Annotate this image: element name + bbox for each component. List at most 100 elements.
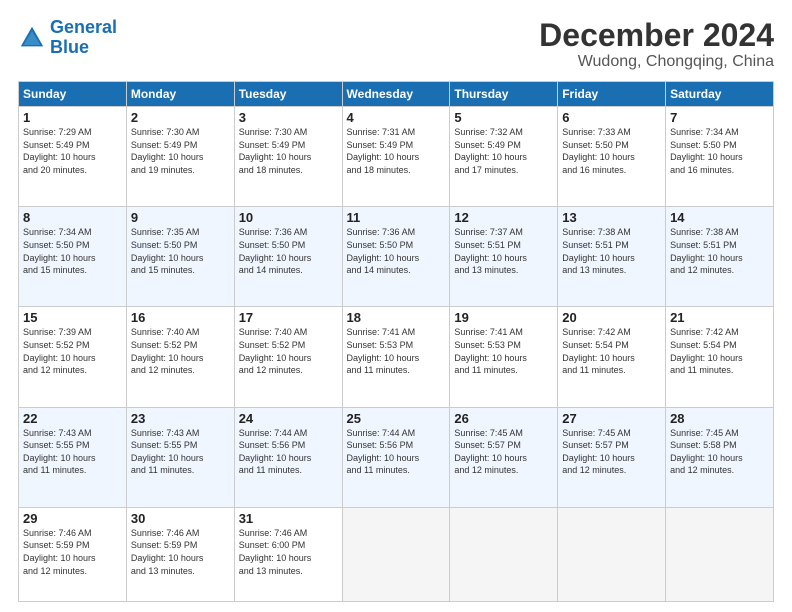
logo-general: General (50, 17, 117, 37)
logo: General Blue (18, 18, 117, 58)
calendar-cell-35 (666, 507, 774, 601)
day-info: Sunrise: 7:40 AM Sunset: 5:52 PM Dayligh… (239, 326, 338, 376)
calendar-subtitle: Wudong, Chongqing, China (539, 53, 774, 71)
day-info: Sunrise: 7:32 AM Sunset: 5:49 PM Dayligh… (454, 126, 553, 176)
day-number: 10 (239, 210, 338, 225)
day-info: Sunrise: 7:30 AM Sunset: 5:49 PM Dayligh… (239, 126, 338, 176)
calendar-cell-3: 3Sunrise: 7:30 AM Sunset: 5:49 PM Daylig… (234, 107, 342, 207)
day-number: 24 (239, 411, 338, 426)
calendar-cell-24: 24Sunrise: 7:44 AM Sunset: 5:56 PM Dayli… (234, 407, 342, 507)
calendar-cell-18: 18Sunrise: 7:41 AM Sunset: 5:53 PM Dayli… (342, 307, 450, 407)
day-number: 13 (562, 210, 661, 225)
day-number: 5 (454, 110, 553, 125)
calendar-cell-33 (450, 507, 558, 601)
calendar-cell-32 (342, 507, 450, 601)
day-number: 14 (670, 210, 769, 225)
calendar-title: December 2024 (539, 18, 774, 53)
calendar-body: 1Sunrise: 7:29 AM Sunset: 5:49 PM Daylig… (19, 107, 774, 602)
day-number: 29 (23, 511, 122, 526)
calendar-cell-28: 28Sunrise: 7:45 AM Sunset: 5:58 PM Dayli… (666, 407, 774, 507)
calendar-cell-7: 7Sunrise: 7:34 AM Sunset: 5:50 PM Daylig… (666, 107, 774, 207)
day-number: 16 (131, 310, 230, 325)
calendar-table: Sunday Monday Tuesday Wednesday Thursday… (18, 81, 774, 602)
day-info: Sunrise: 7:43 AM Sunset: 5:55 PM Dayligh… (23, 427, 122, 477)
day-number: 19 (454, 310, 553, 325)
day-info: Sunrise: 7:44 AM Sunset: 5:56 PM Dayligh… (239, 427, 338, 477)
day-info: Sunrise: 7:44 AM Sunset: 5:56 PM Dayligh… (347, 427, 446, 477)
day-number: 11 (347, 210, 446, 225)
page: General Blue December 2024 Wudong, Chong… (0, 0, 792, 612)
calendar-cell-25: 25Sunrise: 7:44 AM Sunset: 5:56 PM Dayli… (342, 407, 450, 507)
day-number: 4 (347, 110, 446, 125)
logo-blue: Blue (50, 37, 89, 57)
week-row-1: 1Sunrise: 7:29 AM Sunset: 5:49 PM Daylig… (19, 107, 774, 207)
title-block: December 2024 Wudong, Chongqing, China (539, 18, 774, 71)
calendar-cell-17: 17Sunrise: 7:40 AM Sunset: 5:52 PM Dayli… (234, 307, 342, 407)
day-info: Sunrise: 7:40 AM Sunset: 5:52 PM Dayligh… (131, 326, 230, 376)
week-row-5: 29Sunrise: 7:46 AM Sunset: 5:59 PM Dayli… (19, 507, 774, 601)
calendar-cell-26: 26Sunrise: 7:45 AM Sunset: 5:57 PM Dayli… (450, 407, 558, 507)
day-info: Sunrise: 7:31 AM Sunset: 5:49 PM Dayligh… (347, 126, 446, 176)
day-info: Sunrise: 7:45 AM Sunset: 5:58 PM Dayligh… (670, 427, 769, 477)
calendar-cell-22: 22Sunrise: 7:43 AM Sunset: 5:55 PM Dayli… (19, 407, 127, 507)
day-info: Sunrise: 7:46 AM Sunset: 5:59 PM Dayligh… (23, 527, 122, 577)
week-row-3: 15Sunrise: 7:39 AM Sunset: 5:52 PM Dayli… (19, 307, 774, 407)
col-sunday: Sunday (19, 82, 127, 107)
day-number: 15 (23, 310, 122, 325)
day-info: Sunrise: 7:43 AM Sunset: 5:55 PM Dayligh… (131, 427, 230, 477)
day-number: 8 (23, 210, 122, 225)
logo-text: General Blue (50, 18, 117, 58)
day-number: 27 (562, 411, 661, 426)
day-info: Sunrise: 7:34 AM Sunset: 5:50 PM Dayligh… (23, 226, 122, 276)
day-number: 22 (23, 411, 122, 426)
calendar-header: Sunday Monday Tuesday Wednesday Thursday… (19, 82, 774, 107)
day-info: Sunrise: 7:46 AM Sunset: 6:00 PM Dayligh… (239, 527, 338, 577)
day-info: Sunrise: 7:30 AM Sunset: 5:49 PM Dayligh… (131, 126, 230, 176)
day-number: 17 (239, 310, 338, 325)
day-number: 23 (131, 411, 230, 426)
day-info: Sunrise: 7:38 AM Sunset: 5:51 PM Dayligh… (562, 226, 661, 276)
day-number: 31 (239, 511, 338, 526)
day-number: 18 (347, 310, 446, 325)
day-number: 30 (131, 511, 230, 526)
day-info: Sunrise: 7:38 AM Sunset: 5:51 PM Dayligh… (670, 226, 769, 276)
day-info: Sunrise: 7:42 AM Sunset: 5:54 PM Dayligh… (562, 326, 661, 376)
calendar-cell-27: 27Sunrise: 7:45 AM Sunset: 5:57 PM Dayli… (558, 407, 666, 507)
day-info: Sunrise: 7:41 AM Sunset: 5:53 PM Dayligh… (347, 326, 446, 376)
day-info: Sunrise: 7:39 AM Sunset: 5:52 PM Dayligh… (23, 326, 122, 376)
day-number: 3 (239, 110, 338, 125)
calendar-cell-6: 6Sunrise: 7:33 AM Sunset: 5:50 PM Daylig… (558, 107, 666, 207)
day-info: Sunrise: 7:41 AM Sunset: 5:53 PM Dayligh… (454, 326, 553, 376)
col-thursday: Thursday (450, 82, 558, 107)
day-info: Sunrise: 7:36 AM Sunset: 5:50 PM Dayligh… (347, 226, 446, 276)
calendar-cell-21: 21Sunrise: 7:42 AM Sunset: 5:54 PM Dayli… (666, 307, 774, 407)
calendar-cell-29: 29Sunrise: 7:46 AM Sunset: 5:59 PM Dayli… (19, 507, 127, 601)
calendar-cell-4: 4Sunrise: 7:31 AM Sunset: 5:49 PM Daylig… (342, 107, 450, 207)
calendar-cell-5: 5Sunrise: 7:32 AM Sunset: 5:49 PM Daylig… (450, 107, 558, 207)
day-number: 9 (131, 210, 230, 225)
calendar-cell-8: 8Sunrise: 7:34 AM Sunset: 5:50 PM Daylig… (19, 207, 127, 307)
calendar-cell-1: 1Sunrise: 7:29 AM Sunset: 5:49 PM Daylig… (19, 107, 127, 207)
col-tuesday: Tuesday (234, 82, 342, 107)
day-number: 6 (562, 110, 661, 125)
day-info: Sunrise: 7:33 AM Sunset: 5:50 PM Dayligh… (562, 126, 661, 176)
col-saturday: Saturday (666, 82, 774, 107)
day-number: 21 (670, 310, 769, 325)
calendar-cell-23: 23Sunrise: 7:43 AM Sunset: 5:55 PM Dayli… (126, 407, 234, 507)
calendar-cell-20: 20Sunrise: 7:42 AM Sunset: 5:54 PM Dayli… (558, 307, 666, 407)
day-number: 20 (562, 310, 661, 325)
calendar-cell-31: 31Sunrise: 7:46 AM Sunset: 6:00 PM Dayli… (234, 507, 342, 601)
col-monday: Monday (126, 82, 234, 107)
day-info: Sunrise: 7:42 AM Sunset: 5:54 PM Dayligh… (670, 326, 769, 376)
col-friday: Friday (558, 82, 666, 107)
calendar-cell-11: 11Sunrise: 7:36 AM Sunset: 5:50 PM Dayli… (342, 207, 450, 307)
day-info: Sunrise: 7:46 AM Sunset: 5:59 PM Dayligh… (131, 527, 230, 577)
calendar-cell-13: 13Sunrise: 7:38 AM Sunset: 5:51 PM Dayli… (558, 207, 666, 307)
header-row: Sunday Monday Tuesday Wednesday Thursday… (19, 82, 774, 107)
day-info: Sunrise: 7:35 AM Sunset: 5:50 PM Dayligh… (131, 226, 230, 276)
day-number: 1 (23, 110, 122, 125)
calendar-cell-19: 19Sunrise: 7:41 AM Sunset: 5:53 PM Dayli… (450, 307, 558, 407)
day-info: Sunrise: 7:36 AM Sunset: 5:50 PM Dayligh… (239, 226, 338, 276)
day-info: Sunrise: 7:34 AM Sunset: 5:50 PM Dayligh… (670, 126, 769, 176)
logo-icon (18, 24, 46, 52)
